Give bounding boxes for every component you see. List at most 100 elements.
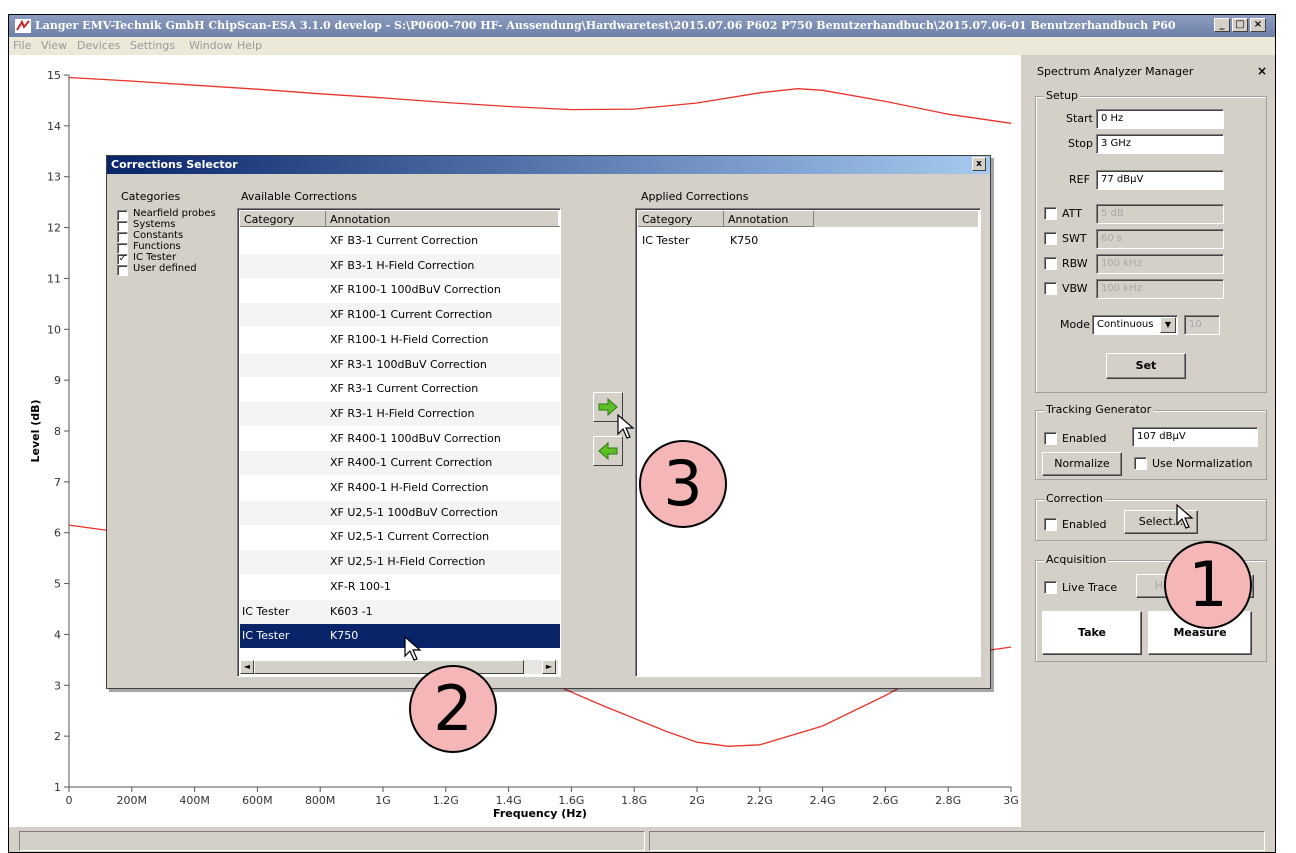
applied-col-annotation[interactable]: Annotation bbox=[724, 211, 814, 227]
correction-group: Correction Enabled Select... bbox=[1035, 492, 1267, 541]
start-input[interactable]: 0 Hz bbox=[1096, 109, 1224, 129]
panel-close-icon[interactable]: × bbox=[1257, 64, 1267, 78]
available-header: Category Annotation bbox=[240, 211, 560, 227]
row-category: IC Tester bbox=[242, 604, 290, 618]
set-button[interactable]: Set bbox=[1106, 353, 1186, 379]
row-annotation: K603 -1 bbox=[330, 604, 373, 618]
minimize-button[interactable]: _ bbox=[1214, 18, 1230, 32]
menu-window[interactable]: Window bbox=[189, 39, 232, 52]
applied-col-category[interactable]: Category bbox=[638, 211, 724, 227]
row-annotation: XF U2,5-1 100dBuV Correction bbox=[330, 505, 498, 519]
rbw-checkbox[interactable] bbox=[1044, 257, 1057, 270]
mode-count-input[interactable]: 10 bbox=[1184, 315, 1220, 335]
close-window-button[interactable]: × bbox=[1250, 18, 1266, 32]
table-row[interactable]: XF B3-1 Current Correction bbox=[240, 229, 560, 253]
dialog-close-icon[interactable]: x bbox=[972, 157, 986, 171]
menu-help[interactable]: Help bbox=[237, 39, 262, 52]
x-tick-label: 2.2G bbox=[747, 794, 773, 807]
x-tick-label: 800M bbox=[305, 794, 336, 807]
tracking-enabled-checkbox[interactable] bbox=[1044, 432, 1057, 445]
ref-input[interactable]: 77 dBµV bbox=[1096, 170, 1224, 190]
use-normalization-checkbox[interactable] bbox=[1134, 457, 1147, 470]
dialog-title-bar: Corrections Selector x bbox=[107, 156, 990, 174]
available-hscroll-thumb[interactable] bbox=[254, 660, 524, 674]
available-corrections-list[interactable]: Category Annotation XF B3-1 Current Corr… bbox=[237, 208, 561, 677]
menu-view[interactable]: View bbox=[41, 39, 67, 52]
category-checkbox[interactable] bbox=[117, 221, 128, 232]
stop-input[interactable]: 3 GHz bbox=[1096, 134, 1224, 154]
table-row[interactable]: XF R400-1 Current Correction bbox=[240, 451, 560, 476]
table-row[interactable]: XF R400-1 100dBuV Correction bbox=[240, 427, 560, 451]
category-checkbox[interactable] bbox=[117, 265, 128, 276]
category-checkbox[interactable] bbox=[117, 210, 128, 221]
acquisition-label: Acquisition bbox=[1044, 553, 1109, 566]
vbw-input[interactable]: 100 kHz bbox=[1096, 279, 1224, 299]
available-vscrollbar[interactable] bbox=[560, 211, 561, 658]
mouse-cursor-icon bbox=[1176, 504, 1194, 529]
table-row[interactable]: XF R3-1 100dBuV Correction bbox=[240, 352, 560, 377]
available-scroll-right-icon[interactable]: ► bbox=[542, 660, 556, 674]
att-checkbox[interactable] bbox=[1044, 207, 1057, 220]
table-row[interactable]: XF R3-1 H-Field Correction bbox=[240, 401, 560, 426]
y-tick-label: 8 bbox=[54, 425, 61, 438]
correction-enabled-checkbox[interactable] bbox=[1044, 518, 1057, 531]
category-label: Constants bbox=[133, 230, 184, 241]
table-row[interactable]: XF R100-1 100dBuV Correction bbox=[240, 278, 560, 302]
category-label: Nearfield probes bbox=[133, 208, 216, 219]
rbw-label: RBW bbox=[1062, 257, 1088, 270]
table-row[interactable]: XF U2,5-1 Current Correction bbox=[240, 525, 560, 549]
table-row[interactable]: IC Tester K603 -1 bbox=[240, 599, 560, 624]
row-category: IC Tester bbox=[642, 234, 690, 247]
maximize-button[interactable]: □ bbox=[1232, 18, 1248, 32]
table-row[interactable]: IC Tester K750 bbox=[638, 229, 978, 253]
att-label: ATT bbox=[1062, 207, 1082, 220]
correction-label: Correction bbox=[1044, 492, 1105, 505]
x-tick-label: 0 bbox=[66, 794, 73, 807]
swt-checkbox[interactable] bbox=[1044, 232, 1057, 245]
menu-devices[interactable]: Devices bbox=[77, 39, 120, 52]
table-row[interactable]: XF-R 100-1 bbox=[240, 575, 560, 599]
app-logo-icon bbox=[15, 19, 31, 33]
stop-label: Stop bbox=[1068, 137, 1094, 150]
table-row[interactable]: XF R100-1 Current Correction bbox=[240, 303, 560, 328]
available-col-annotation[interactable]: Annotation bbox=[326, 211, 560, 227]
x-tick-label: 1.8G bbox=[621, 794, 647, 807]
x-tick-label: 2G bbox=[689, 794, 705, 807]
swt-input[interactable]: 60 s bbox=[1096, 229, 1224, 249]
vbw-checkbox[interactable] bbox=[1044, 282, 1057, 295]
take-button[interactable]: Take bbox=[1042, 611, 1142, 655]
x-tick-label: 1.4G bbox=[496, 794, 522, 807]
att-input[interactable]: 5 dB bbox=[1096, 204, 1224, 224]
tracking-level-input[interactable]: 107 dBµV bbox=[1132, 427, 1258, 447]
category-checkbox[interactable] bbox=[117, 232, 128, 243]
y-tick-label: 4 bbox=[54, 628, 61, 641]
rbw-input[interactable]: 100 kHz bbox=[1096, 254, 1224, 274]
row-annotation: XF U2,5-1 H-Field Correction bbox=[330, 555, 486, 569]
row-category: IC Tester bbox=[242, 629, 290, 643]
tracking-enabled-label: Enabled bbox=[1062, 432, 1107, 445]
correction-enabled-label: Enabled bbox=[1062, 518, 1107, 531]
dialog-title: Corrections Selector bbox=[111, 158, 238, 171]
table-row[interactable]: XF U2,5-1 100dBuV Correction bbox=[240, 500, 560, 525]
category-checkbox[interactable]: ✓ bbox=[117, 254, 128, 265]
normalize-button[interactable]: Normalize bbox=[1042, 452, 1122, 476]
x-tick-label: 600M bbox=[242, 794, 273, 807]
mode-dropdown-icon[interactable]: ▼ bbox=[1160, 317, 1176, 333]
live-trace-checkbox[interactable] bbox=[1044, 581, 1057, 594]
remove-correction-button[interactable] bbox=[593, 436, 623, 466]
row-annotation: XF R3-1 H-Field Correction bbox=[330, 406, 475, 420]
table-row[interactable]: XF R3-1 Current Correction bbox=[240, 377, 560, 401]
y-tick-label: 6 bbox=[54, 527, 61, 540]
y-tick-label: 3 bbox=[54, 679, 61, 692]
menu-file[interactable]: File bbox=[13, 39, 31, 52]
table-row[interactable]: XF B3-1 H-Field Correction bbox=[240, 253, 560, 278]
table-row[interactable]: XF U2,5-1 H-Field Correction bbox=[240, 550, 560, 575]
category-checkbox[interactable] bbox=[117, 243, 128, 254]
table-row[interactable]: IC Tester K750 bbox=[240, 624, 560, 649]
available-scroll-left-icon[interactable]: ◄ bbox=[240, 660, 254, 674]
menu-settings[interactable]: Settings bbox=[130, 39, 175, 52]
table-row[interactable]: XF R100-1 H-Field Correction bbox=[240, 328, 560, 352]
applied-corrections-label: Applied Corrections bbox=[641, 190, 749, 203]
available-col-category[interactable]: Category bbox=[240, 211, 326, 227]
table-row[interactable]: XF R400-1 H-Field Correction bbox=[240, 476, 560, 500]
